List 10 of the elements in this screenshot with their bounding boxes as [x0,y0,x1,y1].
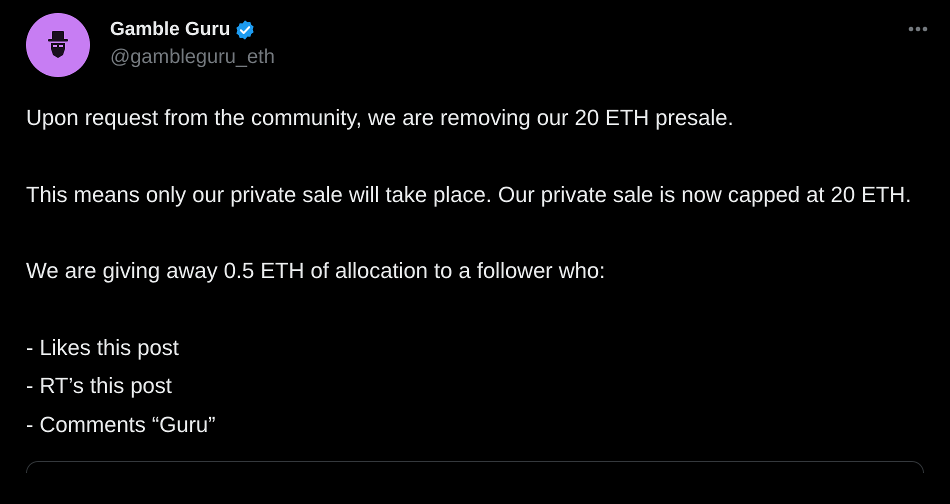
post-text: This means only our private sale will take place. Our private sale is now capped at 20 ETH. [26,180,912,209]
author-name[interactable]: Gamble Guru [110,17,230,43]
post-text: We are giving away 0.5 ETH of allocation to a follower who: [26,257,606,285]
post-text: - Comments “Guru” [26,410,216,438]
post-text: - Likes this post [26,334,180,362]
more-options-icon[interactable] [908,26,928,32]
post-text: Upon request from the community, we are removing our 20 ETH presale. [26,104,735,132]
avatar-icon[interactable] [26,13,90,77]
author-handle[interactable]: @gambleguru_eth [110,43,275,71]
post-text: - RT’s this post [26,372,173,400]
